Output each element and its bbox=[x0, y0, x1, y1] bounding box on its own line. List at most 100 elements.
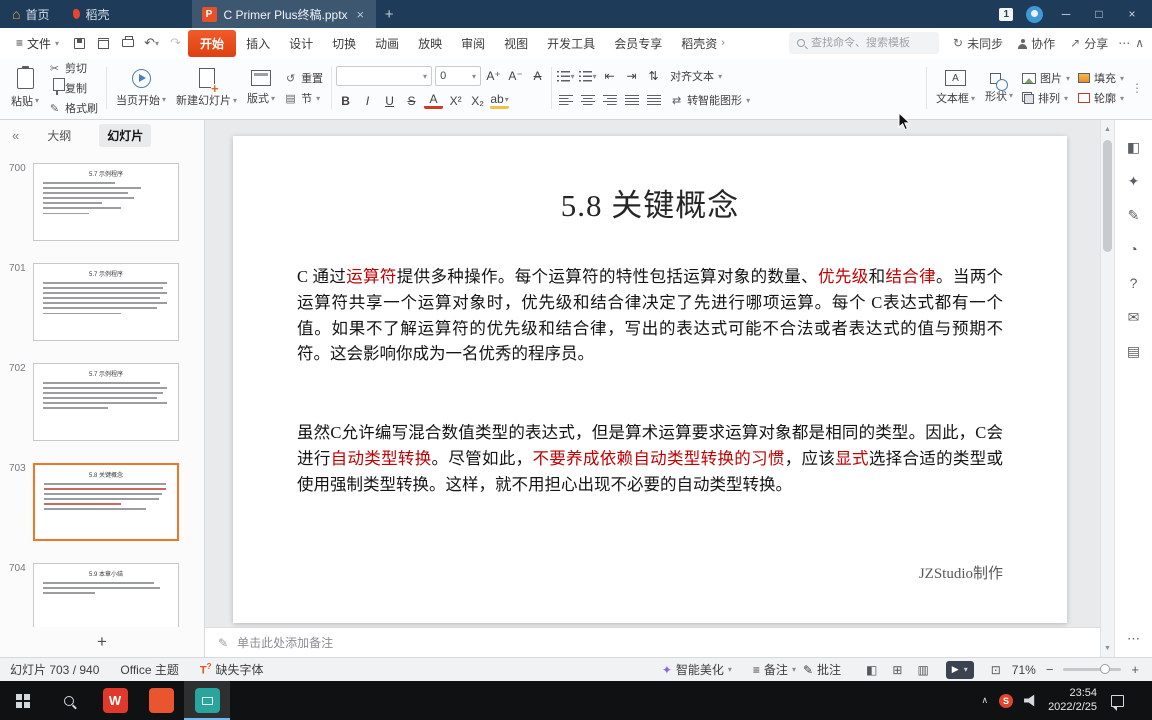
align-text-button[interactable]: 对齐文本 ▾ bbox=[666, 67, 726, 85]
play-from-current-button[interactable]: 当页开始 ▾ bbox=[111, 60, 171, 116]
slide-canvas-area[interactable]: 5.8 关键概念 C 通过运算符提供多种操作。每个运算符的特性包括运算对象的数量… bbox=[205, 120, 1100, 627]
slide-title[interactable]: 5.8 关键概念 bbox=[233, 136, 1067, 225]
sync-status-button[interactable]: ↻ 未同步 bbox=[948, 35, 1008, 52]
slide-703[interactable]: 5.8 关键概念 C 通过运算符提供多种操作。每个运算符的特性包括运算对象的数量… bbox=[233, 136, 1067, 623]
panel-collapse-button[interactable]: « bbox=[12, 128, 19, 143]
align-center-button[interactable] bbox=[578, 91, 597, 110]
command-search-box[interactable] bbox=[789, 32, 940, 54]
tab-view[interactable]: 视图 bbox=[495, 31, 537, 56]
zoom-slider[interactable] bbox=[1063, 664, 1122, 674]
decrease-indent-button[interactable]: ⇤ bbox=[600, 67, 619, 86]
shapes-button[interactable]: 形状 ▾ bbox=[980, 60, 1018, 116]
user-avatar[interactable] bbox=[1026, 5, 1043, 23]
font-color-button[interactable]: A bbox=[424, 92, 444, 109]
zoom-in-button[interactable]: + bbox=[1128, 662, 1142, 677]
slide-thumbnail-701[interactable]: 701 5.7 示例程序 bbox=[0, 263, 204, 341]
scroll-down-icon[interactable]: ▼ bbox=[1101, 641, 1114, 655]
tray-app-icon[interactable]: S bbox=[999, 693, 1014, 708]
maximize-button[interactable]: □ bbox=[1089, 7, 1109, 21]
more-panels-icon[interactable]: ⋯ bbox=[1127, 631, 1140, 647]
taskbar-clock[interactable]: 23:54 2022/2/25 bbox=[1048, 687, 1097, 714]
tab-design[interactable]: 设计 bbox=[280, 31, 322, 56]
help-icon[interactable]: ? bbox=[1130, 276, 1138, 290]
bullets-button[interactable]: ▾ bbox=[556, 67, 575, 86]
file-menu[interactable]: ≡ 文件 ▾ bbox=[8, 35, 67, 52]
volume-icon[interactable] bbox=[1024, 694, 1035, 707]
tab-transition[interactable]: 切换 bbox=[323, 31, 365, 56]
clear-format-button[interactable]: A bbox=[528, 67, 547, 86]
search-input[interactable] bbox=[811, 37, 922, 49]
more-tools-icon[interactable]: ⋮ bbox=[1128, 60, 1146, 116]
fill-button[interactable]: 填充 ▾ bbox=[1074, 69, 1128, 87]
section-button[interactable]: ▤ 节 ▾ bbox=[280, 89, 327, 107]
picture-button[interactable]: 图片 ▾ bbox=[1018, 69, 1074, 87]
object-properties-icon[interactable]: ◧ bbox=[1127, 140, 1140, 154]
missing-font-warning[interactable]: T缺失字体 bbox=[200, 661, 264, 678]
thumbnail-preview[interactable]: 5.7 示例程序 bbox=[33, 363, 179, 441]
document-tab-close-icon[interactable]: × bbox=[355, 7, 367, 22]
copy-button[interactable]: 复制 bbox=[44, 79, 102, 97]
fit-slide-button[interactable]: ⊡ bbox=[987, 663, 1005, 677]
align-left-button[interactable] bbox=[556, 91, 575, 110]
tab-animation[interactable]: 动画 bbox=[366, 31, 408, 56]
outline-button[interactable]: 轮廓 ▾ bbox=[1074, 89, 1128, 107]
thumbnail-preview[interactable]: 5.7 示例程序 bbox=[33, 263, 179, 341]
tab-home[interactable]: 开始 bbox=[188, 29, 237, 57]
slide-thumbnail-703-selected[interactable]: 703 5.8 关键概念 bbox=[0, 463, 204, 541]
start-button[interactable] bbox=[0, 681, 46, 720]
canvas-scrollbar[interactable]: ▲ ▼ bbox=[1100, 120, 1114, 657]
convert-smartart-button[interactable]: ⇄ 转智能图形 ▾ bbox=[666, 91, 754, 109]
slide-layout-button[interactable]: 版式 ▾ bbox=[242, 60, 280, 116]
decrease-font-button[interactable]: A⁻ bbox=[506, 67, 525, 86]
action-center-icon[interactable] bbox=[1111, 694, 1124, 711]
line-spacing-button[interactable]: ⇅ bbox=[644, 67, 663, 86]
notes-button[interactable]: ≡ 备注 ▾ bbox=[753, 661, 796, 678]
notes-area[interactable]: ✎ 单击此处添加备注 bbox=[205, 627, 1100, 657]
thumbnail-preview[interactable]: 5.8 关键概念 bbox=[33, 463, 179, 541]
subscript-button[interactable]: X₂ bbox=[468, 91, 487, 110]
upgrade-badge[interactable]: 1 bbox=[999, 7, 1013, 21]
arrange-button[interactable]: 排列 ▾ bbox=[1018, 89, 1074, 107]
theme-name[interactable]: Office 主题 bbox=[120, 661, 178, 678]
design-tools-icon[interactable]: ✎ bbox=[1128, 208, 1140, 222]
highlight-color-button[interactable]: ab ▾ bbox=[490, 92, 510, 109]
numbering-button[interactable]: ▾ bbox=[578, 67, 597, 86]
format-painter-button[interactable]: ✎ 格式刷 bbox=[44, 99, 102, 117]
slide-thumbnail-704[interactable]: 704 5.9 本章小结 bbox=[0, 563, 204, 627]
zoom-out-button[interactable]: − bbox=[1043, 662, 1057, 677]
normal-view-button[interactable]: ◧ bbox=[862, 663, 881, 677]
zoom-percentage[interactable]: 71% bbox=[1012, 663, 1036, 677]
tab-devtools[interactable]: 开发工具 bbox=[538, 31, 604, 56]
reading-view-button[interactable]: ▥ bbox=[913, 663, 932, 677]
bold-button[interactable]: B bbox=[336, 91, 355, 110]
comments-button[interactable]: ✎ 批注 bbox=[803, 661, 841, 678]
underline-button[interactable]: U bbox=[380, 91, 399, 110]
print-button[interactable] bbox=[116, 33, 139, 54]
font-size-select[interactable]: 0 ▾ bbox=[435, 66, 482, 86]
paste-button[interactable]: 粘贴 ▾ bbox=[6, 60, 44, 116]
slide-paragraph-1[interactable]: C 通过运算符提供多种操作。每个运算符的特性包括运算对象的数量、优先级和结合律。… bbox=[233, 264, 1067, 367]
justify-button[interactable] bbox=[622, 91, 641, 110]
cut-button[interactable]: ✂ 剪切 bbox=[44, 59, 102, 77]
distribute-button[interactable] bbox=[644, 91, 663, 110]
tabs-overflow-chevron-icon[interactable]: › bbox=[719, 37, 727, 49]
document-tab[interactable]: P C Primer Plus终稿.pptx × bbox=[191, 0, 377, 28]
align-right-button[interactable] bbox=[600, 91, 619, 110]
taskbar-app-wps[interactable]: W bbox=[92, 681, 138, 720]
export-button[interactable] bbox=[92, 33, 115, 54]
slide-thumbnail-702[interactable]: 702 5.7 示例程序 bbox=[0, 363, 204, 441]
thumbnail-preview[interactable]: 5.7 示例程序 bbox=[33, 163, 179, 241]
add-slide-button[interactable]: + bbox=[0, 627, 204, 657]
resources-panel-icon[interactable]: ▤ bbox=[1127, 344, 1140, 358]
collapse-ribbon-icon[interactable]: ∧ bbox=[1135, 36, 1144, 50]
redo-button[interactable]: ↷ bbox=[164, 33, 187, 54]
tab-slideshow[interactable]: 放映 bbox=[409, 31, 451, 56]
more-options-icon[interactable]: ⋯ bbox=[1118, 36, 1130, 50]
italic-button[interactable]: I bbox=[358, 91, 377, 110]
tab-insert[interactable]: 插入 bbox=[237, 31, 279, 56]
taskbar-search-button[interactable] bbox=[46, 681, 92, 720]
tab-outline[interactable]: 大纲 bbox=[39, 124, 79, 147]
minimize-button[interactable]: ─ bbox=[1056, 7, 1076, 21]
share-button[interactable]: ↗ 分享 bbox=[1065, 35, 1113, 52]
font-family-select[interactable]: ▾ bbox=[336, 66, 433, 86]
